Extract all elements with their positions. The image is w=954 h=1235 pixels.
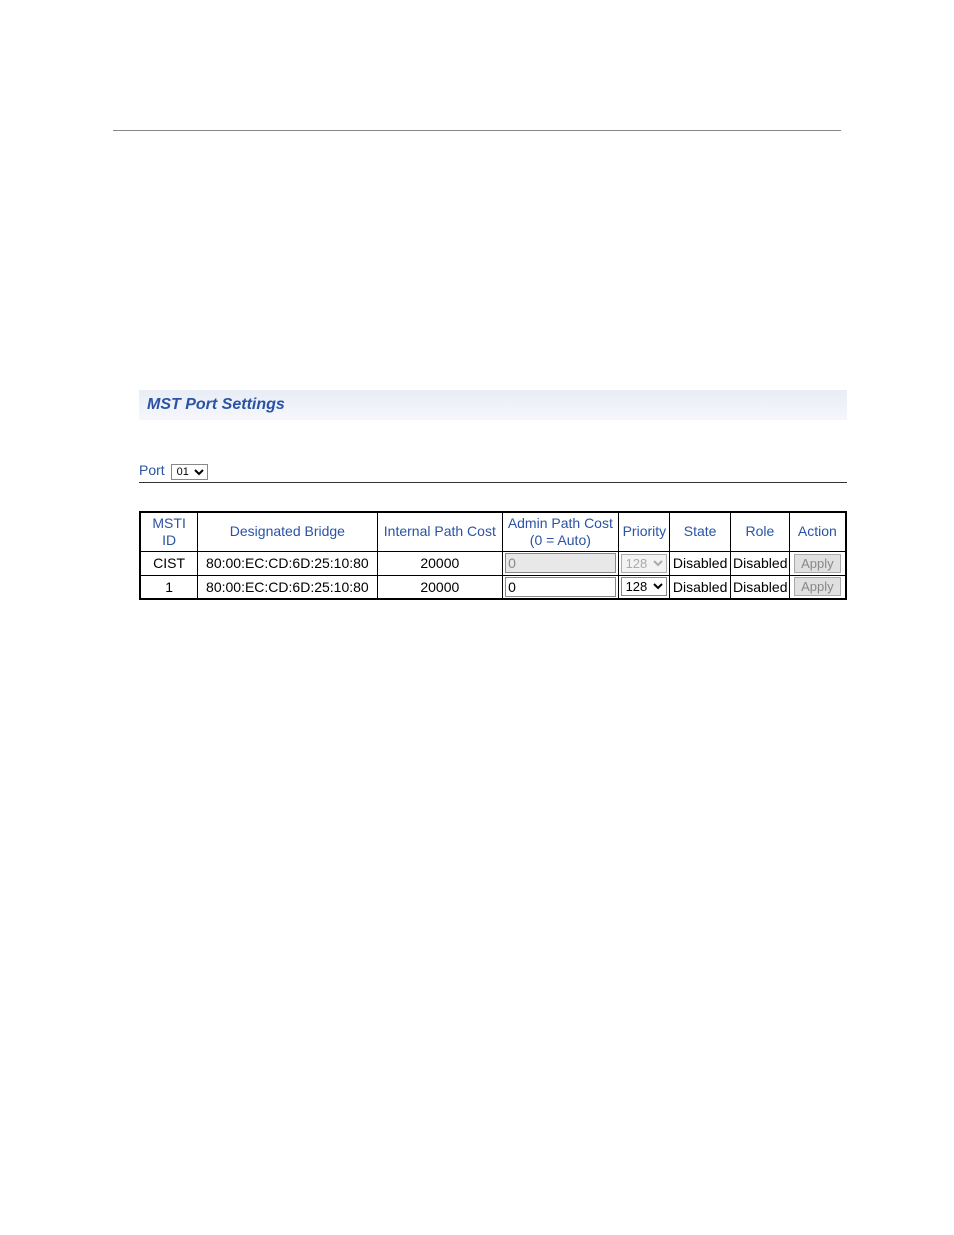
apply-button[interactable]: Apply bbox=[794, 577, 841, 596]
page-title: MST Port Settings bbox=[139, 390, 847, 420]
cell-action: Apply bbox=[789, 551, 846, 575]
mst-port-table: MSTI ID Designated Bridge Internal Path … bbox=[139, 511, 847, 600]
col-header-state: State bbox=[670, 512, 731, 551]
cell-role: Disabled bbox=[731, 551, 790, 575]
cell-priority: 128 bbox=[618, 551, 670, 575]
priority-select[interactable]: 128 bbox=[621, 554, 668, 573]
table-body: CIST 80:00:EC:CD:6D:25:10:80 20000 128 D… bbox=[140, 551, 846, 599]
table-row: CIST 80:00:EC:CD:6D:25:10:80 20000 128 D… bbox=[140, 551, 846, 575]
col-header-priority: Priority bbox=[618, 512, 670, 551]
cell-designated-bridge: 80:00:EC:CD:6D:25:10:80 bbox=[198, 551, 377, 575]
col-header-role: Role bbox=[731, 512, 790, 551]
col-header-admin-path-cost: Admin Path Cost (0 = Auto) bbox=[503, 512, 618, 551]
port-select[interactable]: 01 bbox=[171, 464, 208, 480]
table-row: 1 80:00:EC:CD:6D:25:10:80 20000 128 Disa… bbox=[140, 575, 846, 599]
cell-msti-id: CIST bbox=[140, 551, 198, 575]
cell-state: Disabled bbox=[670, 551, 731, 575]
cell-designated-bridge: 80:00:EC:CD:6D:25:10:80 bbox=[198, 575, 377, 599]
top-divider bbox=[113, 130, 841, 131]
cell-action: Apply bbox=[789, 575, 846, 599]
cell-internal-path-cost: 20000 bbox=[377, 551, 503, 575]
cell-internal-path-cost: 20000 bbox=[377, 575, 503, 599]
admin-path-cost-label-line2: (0 = Auto) bbox=[530, 532, 591, 548]
cell-state: Disabled bbox=[670, 575, 731, 599]
admin-path-cost-label-line1: Admin Path Cost bbox=[508, 515, 613, 531]
port-selector-row: Port 01 bbox=[139, 462, 847, 483]
cell-role: Disabled bbox=[731, 575, 790, 599]
cell-msti-id: 1 bbox=[140, 575, 198, 599]
cell-admin-path-cost bbox=[503, 575, 618, 599]
cell-admin-path-cost bbox=[503, 551, 618, 575]
col-header-internal-path-cost: Internal Path Cost bbox=[377, 512, 503, 551]
port-label: Port bbox=[139, 462, 165, 478]
cell-priority: 128 bbox=[618, 575, 670, 599]
admin-path-cost-input[interactable] bbox=[505, 553, 615, 573]
admin-path-cost-input[interactable] bbox=[505, 577, 615, 597]
col-header-designated-bridge: Designated Bridge bbox=[198, 512, 377, 551]
col-header-action: Action bbox=[789, 512, 846, 551]
col-header-msti-id: MSTI ID bbox=[140, 512, 198, 551]
priority-select[interactable]: 128 bbox=[621, 577, 668, 596]
table-header-row: MSTI ID Designated Bridge Internal Path … bbox=[140, 512, 846, 551]
apply-button[interactable]: Apply bbox=[794, 554, 841, 573]
